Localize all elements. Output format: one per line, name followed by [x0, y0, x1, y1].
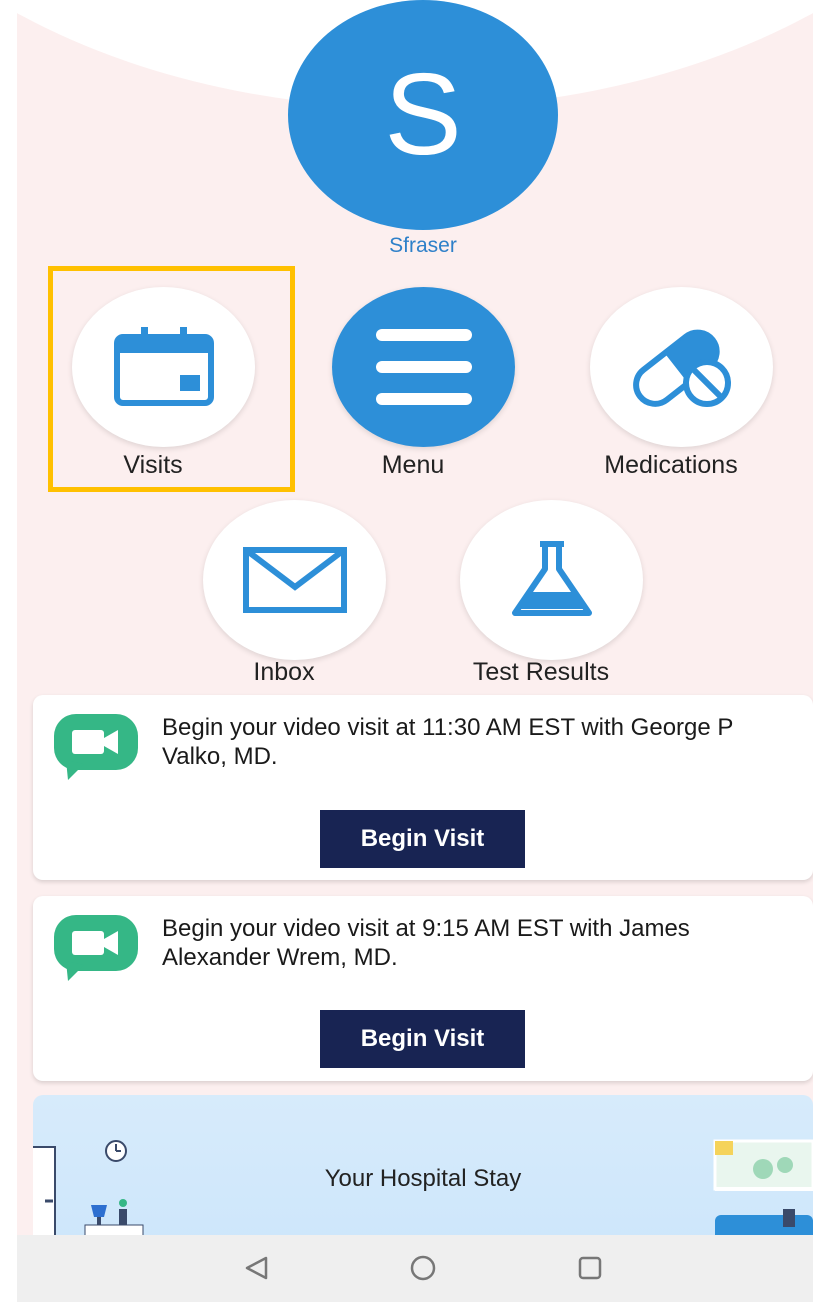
- square-recent-icon[interactable]: [575, 1253, 605, 1283]
- video-visit-message: Begin your video visit at 9:15 AM EST wi…: [162, 915, 690, 971]
- inbox-label: Inbox: [253, 658, 315, 686]
- video-camera-chat-icon: [54, 915, 138, 981]
- hospital-stay-title: Your Hospital Stay: [324, 1165, 522, 1192]
- menu-label: Menu: [381, 451, 445, 479]
- avatar[interactable]: S: [288, 0, 558, 230]
- test-results-circle[interactable]: [460, 500, 643, 660]
- circle-home-icon[interactable]: [408, 1253, 438, 1283]
- shortcut-inbox[interactable]: Inbox: [164, 500, 404, 710]
- menu-circle[interactable]: [332, 287, 515, 447]
- flask-icon: [511, 541, 592, 616]
- begin-visit-button[interactable]: Begin Visit: [320, 810, 525, 868]
- video-visit-card: Begin your video visit at 9:15 AM EST wi…: [33, 896, 813, 1081]
- hamburger-menu-icon: [375, 329, 472, 405]
- envelope-icon: [242, 547, 347, 613]
- video-camera-chat-icon: [54, 714, 138, 780]
- begin-visit-button[interactable]: Begin Visit: [320, 1010, 525, 1068]
- medications-label: Medications: [604, 451, 738, 479]
- shortcut-medications[interactable]: Medications: [551, 287, 791, 497]
- triangle-back-icon[interactable]: [242, 1253, 272, 1283]
- username: Sfraser: [389, 234, 457, 257]
- video-visit-message: Begin your video visit at 11:30 AM EST w…: [162, 714, 733, 770]
- pill-icon: [632, 329, 731, 407]
- system-navigation-bar: [17, 1235, 813, 1302]
- app-screen: S Sfraser Visits Menu Medications Inbox …: [17, 0, 813, 1302]
- video-visit-card: Begin your video visit at 11:30 AM EST w…: [33, 695, 813, 880]
- hospital-stay-banner[interactable]: Your Hospital Stay: [33, 1095, 813, 1255]
- medications-circle[interactable]: [590, 287, 773, 447]
- visits-highlight-box: [48, 266, 295, 492]
- inbox-circle[interactable]: [203, 500, 386, 660]
- shortcut-menu[interactable]: Menu: [293, 287, 533, 497]
- shortcut-test-results[interactable]: Test Results: [421, 500, 661, 710]
- test-results-label: Test Results: [472, 658, 610, 686]
